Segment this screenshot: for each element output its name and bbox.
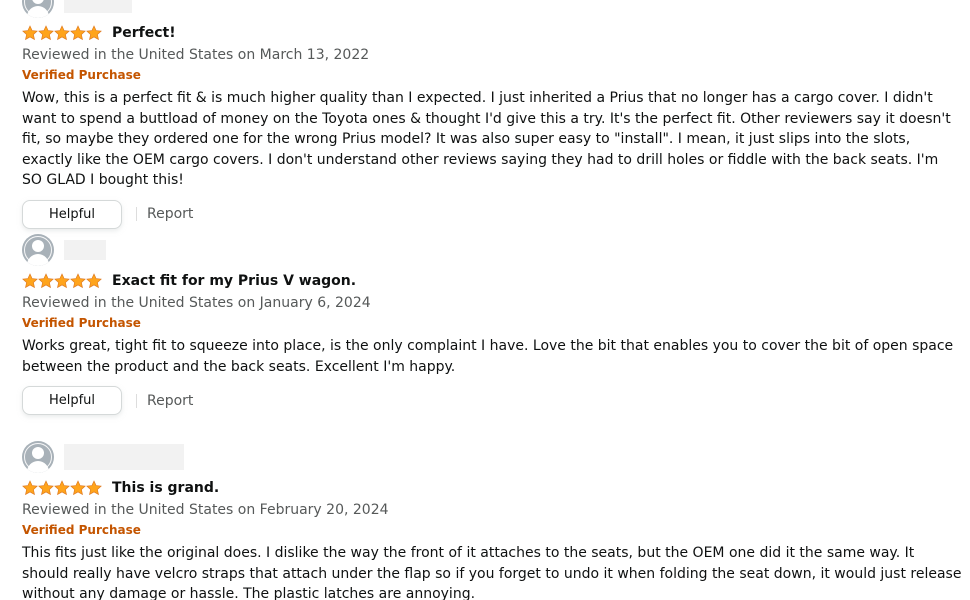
star-icon (54, 480, 70, 496)
review-date: Reviewed in the United States on January… (22, 295, 371, 311)
verified-purchase-badge: Verified Purchase (22, 316, 141, 330)
reviewer-profile[interactable] (22, 234, 962, 266)
user-avatar-icon (22, 234, 54, 266)
review-date: Reviewed in the United States on March 1… (22, 47, 370, 63)
helpful-button[interactable]: Helpful (22, 386, 122, 415)
review-body: Wow, this is a perfect fit & is much hig… (22, 90, 951, 188)
verified-purchase-badge: Verified Purchase (22, 523, 141, 537)
star-icon (70, 273, 86, 289)
helpful-button[interactable]: Helpful (22, 199, 122, 229)
reviewer-name-redacted (64, 0, 132, 13)
star-icon (22, 273, 38, 289)
star-icon (86, 25, 102, 41)
star-icon (22, 25, 38, 41)
report-link[interactable]: Report (147, 206, 193, 222)
reviewer-profile[interactable] (22, 441, 962, 473)
review-item: Exact fit for my Prius V wagon. Reviewed… (22, 234, 962, 415)
review-body: This fits just like the original does. I… (22, 545, 962, 600)
star-rating[interactable] (22, 25, 102, 41)
user-avatar-icon (22, 0, 54, 18)
action-divider (136, 393, 137, 408)
review-body: Works great, tight fit to squeeze into p… (22, 338, 954, 375)
star-rating[interactable] (22, 273, 102, 289)
star-icon (70, 25, 86, 41)
reviewer-name-redacted (64, 240, 106, 260)
action-divider (136, 207, 137, 221)
review-title[interactable]: Perfect! (112, 25, 176, 41)
star-icon (38, 25, 54, 41)
star-icon (54, 25, 70, 41)
review-title[interactable]: Exact fit for my Prius V wagon. (112, 273, 356, 289)
review-item: This is grand. Reviewed in the United St… (22, 441, 962, 600)
star-icon (70, 480, 86, 496)
star-icon (86, 273, 102, 289)
reviewer-profile[interactable] (22, 0, 962, 18)
reviews-page: Perfect! Reviewed in the United States o… (0, 0, 970, 600)
review-date: Reviewed in the United States on Februar… (22, 502, 389, 518)
user-avatar-icon (22, 441, 54, 473)
star-icon (86, 480, 102, 496)
star-rating[interactable] (22, 480, 102, 496)
review-title[interactable]: This is grand. (112, 480, 219, 496)
star-icon (22, 480, 38, 496)
star-icon (38, 480, 54, 496)
star-icon (54, 273, 70, 289)
reviewer-name-redacted (64, 444, 184, 470)
review-item: Perfect! Reviewed in the United States o… (22, 0, 962, 229)
star-icon (38, 273, 54, 289)
verified-purchase-badge: Verified Purchase (22, 68, 141, 82)
report-link[interactable]: Report (147, 393, 193, 409)
